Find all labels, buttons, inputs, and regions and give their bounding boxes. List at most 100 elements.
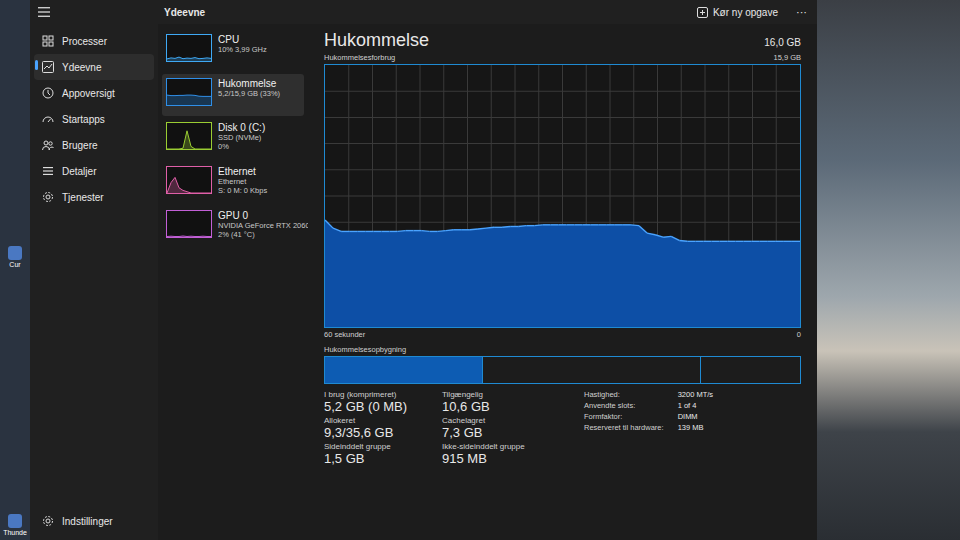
chart-area — [325, 220, 800, 327]
chart-segment — [341, 231, 349, 232]
stat: Allokeret9,3/35,6 GB — [324, 416, 442, 440]
device-name: Ethernet — [218, 166, 267, 177]
chart-segment — [414, 230, 422, 231]
device-item[interactable]: Disk 0 (C:)SSD (NVMe)0% — [162, 118, 304, 160]
stat-label: I brug (komprimeret) — [324, 390, 442, 399]
screen: Cur Thunde Ydeevne Kør ny opgave··· Processe… — [0, 0, 960, 540]
chart-segment — [575, 224, 583, 225]
sidebar-item[interactable]: Brugere — [34, 132, 154, 158]
chart-segment — [679, 240, 687, 242]
wallpaper — [817, 0, 960, 540]
spec-value: 1 of 4 — [678, 401, 713, 410]
desktop-strip: Cur Thunde — [0, 0, 30, 540]
startup-icon — [42, 113, 54, 125]
chart-segment — [744, 241, 752, 242]
chart-segment — [357, 231, 365, 232]
device-detail: 5,2/15,9 GB (33%) — [218, 89, 280, 98]
performance-icon — [42, 61, 54, 73]
sparkline — [166, 34, 212, 62]
device-item[interactable]: GPU 0NVIDIA GeForce RTX 20602% (41 °C) — [162, 206, 304, 248]
settings-label: Indstillinger — [62, 516, 113, 527]
chart-segment — [567, 224, 575, 225]
chart-segment — [510, 226, 518, 227]
chart-segment — [623, 224, 631, 225]
chart-title: Hukommelsesforbrug — [324, 53, 395, 62]
page-title: Ydeevne — [158, 7, 205, 18]
app-icon — [8, 246, 22, 260]
composition-segment — [482, 357, 701, 383]
device-text: EthernetEthernetS: 0 M: 0 Kbps — [218, 166, 267, 195]
stats-grid: I brug (komprimeret)5,2 GB (0 MB)Tilgæng… — [324, 390, 560, 466]
sidebar-item[interactable]: Startapps — [34, 106, 154, 132]
chart-segment — [752, 241, 760, 242]
sparkline — [166, 122, 212, 150]
memory-panel: Hukommelse16,0 GBHukommelsesforbrug15,9 … — [308, 24, 817, 540]
desktop-icon-label: Cur — [9, 261, 20, 268]
spec-label: Hastighed: — [584, 390, 664, 399]
spec-value: 139 MB — [678, 423, 713, 432]
device-detail: 0% — [218, 142, 265, 151]
device-name: Hukommelse — [218, 78, 280, 89]
desktop-icon[interactable]: Cur — [8, 246, 22, 268]
task-manager-window: YdeevneKør ny opgave···ProcesserYdeevneA… — [30, 0, 817, 540]
device-text: Hukommelse5,2/15,9 GB (33%) — [218, 78, 280, 98]
desktop-icon-label: Thunde — [3, 529, 27, 536]
device-item[interactable]: Hukommelse5,2/15,9 GB (33%) — [162, 74, 304, 116]
users-icon — [42, 139, 54, 151]
sidebar-item[interactable]: Tjenester — [34, 184, 154, 210]
chart-segment — [389, 231, 397, 232]
desktop-icon[interactable]: Thunde — [3, 514, 27, 536]
run-task-button[interactable]: Kør ny opgave — [689, 4, 786, 21]
stat-label: Sideinddelt gruppe — [324, 442, 442, 451]
chart-segment — [438, 230, 446, 232]
chart-segment — [607, 224, 615, 225]
device-name: CPU — [218, 34, 267, 45]
sparkline-area — [167, 57, 211, 61]
device-detail: 10% 3,99 GHz — [218, 45, 267, 54]
chart-segment — [615, 224, 623, 225]
chart-segment — [719, 241, 727, 242]
device-item[interactable]: EthernetEthernetS: 0 M: 0 Kbps — [162, 162, 304, 204]
sidebar-item[interactable]: Processer — [34, 28, 154, 54]
device-text: CPU10% 3,99 GHz — [218, 34, 267, 54]
chart-segment — [406, 230, 414, 231]
spec-value: 3200 MT/s — [678, 390, 713, 399]
gear-icon — [42, 515, 54, 527]
chart-segment — [768, 241, 776, 242]
run-task-icon — [697, 7, 708, 18]
usage-chart — [324, 64, 801, 328]
sidebar-item[interactable]: Appoversigt — [34, 80, 154, 106]
chart-segment — [478, 227, 486, 229]
device-item[interactable]: CPU10% 3,99 GHz — [162, 30, 304, 72]
panel-header: Hukommelse16,0 GB — [324, 30, 801, 51]
sidebar-item[interactable]: Ydeevne — [34, 54, 154, 80]
composition-bar — [324, 356, 801, 384]
sidebar: Processer YdeevneAppoversigtStartappsBrug… — [30, 24, 158, 540]
chart-segment — [599, 224, 607, 225]
selection-indicator — [35, 60, 38, 70]
chart-segment — [591, 224, 599, 225]
device-detail: Ethernet — [218, 177, 267, 186]
device-detail: S: 0 M: 0 Kbps — [218, 186, 267, 195]
sparkline-area — [167, 131, 211, 149]
header-left — [30, 7, 158, 17]
sidebar-item-label: Processer — [62, 36, 107, 47]
chart-segment — [397, 230, 405, 232]
settings-item[interactable]: Indstillinger — [34, 508, 154, 534]
hamburger-icon[interactable] — [38, 7, 50, 17]
chart-segment — [534, 224, 542, 226]
chart-segment — [655, 235, 663, 237]
chart-segment — [558, 224, 566, 225]
chart-segment — [333, 228, 341, 231]
chart-segment — [454, 229, 462, 230]
more-button[interactable]: ··· — [786, 3, 817, 21]
sidebar-item[interactable]: Detaljer — [34, 158, 154, 184]
composition-label: Hukommelsesopbygning — [324, 341, 801, 356]
grid-line — [325, 117, 800, 118]
chart-segment — [381, 231, 389, 232]
chart-segment — [430, 231, 438, 232]
sparkline — [166, 166, 212, 194]
app-icon — [8, 514, 22, 528]
chart-segment — [760, 241, 768, 242]
chart-axis: 60 sekunder0 — [324, 328, 801, 341]
